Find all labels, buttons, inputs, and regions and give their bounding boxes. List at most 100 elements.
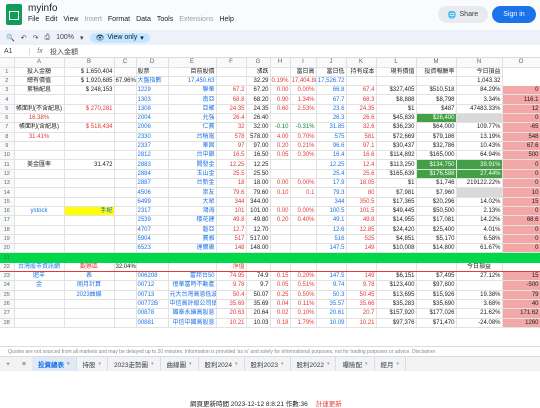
cell[interactable]	[114, 85, 137, 96]
cell[interactable]: 12.70	[246, 225, 271, 235]
cell[interactable]: 元大台灣高息低波	[168, 290, 217, 300]
cell[interactable]: 20.7	[346, 308, 377, 319]
cell[interactable]: 68.6	[502, 215, 540, 226]
tab-menu-icon[interactable]: ▾	[365, 361, 368, 367]
cell[interactable]: 櫻花建	[168, 215, 217, 226]
cell[interactable]: 525	[346, 234, 377, 245]
cell[interactable]: 0.00%	[290, 206, 317, 217]
cell[interactable]: 80	[346, 187, 377, 198]
cell[interactable]	[114, 169, 137, 180]
print-icon[interactable]: ⎙	[44, 34, 50, 42]
cell[interactable]: 10.09	[316, 318, 347, 328]
cell[interactable]: $157,920	[376, 308, 417, 319]
cell[interactable]	[114, 67, 137, 77]
row-header[interactable]: 28	[0, 318, 15, 328]
tab-menu-icon[interactable]: ▾	[99, 361, 102, 367]
cell[interactable]: $20,296	[416, 197, 457, 207]
cell[interactable]	[502, 262, 540, 273]
cell[interactable]: 0	[502, 234, 540, 245]
cell[interactable]: 27.12%	[456, 271, 503, 282]
cell[interactable]: $5,170	[416, 234, 457, 245]
cell[interactable]: 149	[346, 243, 377, 254]
cell[interactable]: 31.85	[316, 122, 347, 133]
cell[interactable]: 0.19%	[270, 76, 291, 87]
cell[interactable]	[64, 308, 115, 319]
cell[interactable]	[346, 262, 377, 273]
cell[interactable]: 0.02	[270, 308, 291, 319]
cell[interactable]: 147.5	[316, 243, 347, 254]
cell[interactable]: $36,230	[376, 122, 417, 133]
cell[interactable]	[270, 262, 291, 273]
cell[interactable]: ystock	[14, 206, 65, 217]
cell[interactable]: 當日高	[290, 67, 317, 77]
cell[interactable]: 漲跌	[246, 67, 271, 77]
cell[interactable]: 67.2	[216, 85, 247, 96]
tab-5[interactable]: 股利2023 ▾	[245, 356, 291, 372]
cell[interactable]	[270, 234, 291, 245]
tab-3[interactable]: 曲線圖 ▾	[161, 356, 199, 372]
cell[interactable]	[376, 252, 417, 263]
cell[interactable]	[168, 252, 217, 263]
cell[interactable]	[64, 243, 115, 254]
cell[interactable]: 0.21%	[290, 141, 317, 152]
cell[interactable]: 35.66	[346, 299, 377, 310]
cell[interactable]: 18.00	[246, 178, 271, 189]
cell[interactable]: 9.78	[216, 280, 247, 291]
column-header-j[interactable]: J	[316, 58, 347, 68]
cell[interactable]	[246, 252, 271, 263]
cell[interactable]: 達爾膚	[168, 243, 217, 254]
cell[interactable]: 67.4	[346, 85, 377, 96]
cell[interactable]: 持有成本	[346, 67, 377, 77]
row-header[interactable]: 25	[0, 290, 15, 300]
cell[interactable]: 台中銀	[168, 150, 217, 161]
cell[interactable]: 2.53%	[290, 104, 317, 115]
cell[interactable]: 2.13%	[456, 206, 503, 217]
cell[interactable]	[216, 252, 247, 263]
cell[interactable]: $13,695	[376, 290, 417, 300]
cell[interactable]: 0.00%	[290, 178, 317, 189]
cell[interactable]: $49,445	[376, 206, 417, 217]
cell[interactable]	[14, 215, 65, 226]
cell[interactable]: 12.25	[316, 159, 347, 170]
cell[interactable]: 4.01%	[456, 225, 503, 235]
cell[interactable]: 79	[502, 290, 540, 300]
cell[interactable]: $510,518	[416, 85, 457, 96]
cell[interactable]: 49.80	[246, 215, 271, 226]
cell[interactable]	[64, 299, 115, 310]
cell[interactable]: $26,400	[416, 113, 457, 124]
tab-8[interactable]: 經月 ▾	[375, 356, 407, 372]
cell[interactable]	[456, 187, 503, 198]
row-header[interactable]: 13	[0, 178, 15, 189]
cell[interactable]: 0.18	[270, 318, 291, 328]
cell[interactable]: 21.62%	[456, 308, 503, 319]
cell[interactable]	[114, 318, 137, 328]
cell[interactable]: -500	[502, 280, 540, 291]
cell[interactable]: 84.29%	[456, 85, 503, 96]
sheets-logo-icon[interactable]	[6, 4, 22, 25]
row-header[interactable]: 24	[0, 280, 15, 291]
cell[interactable]: 1303	[136, 94, 169, 105]
row-header[interactable]: 6	[0, 113, 15, 124]
cell[interactable]	[14, 150, 65, 161]
cell[interactable]: 31.41%	[14, 132, 65, 142]
cell[interactable]: 581	[346, 132, 377, 142]
tab-menu-icon[interactable]: ▾	[151, 361, 154, 367]
zoom-select[interactable]: 100%	[56, 34, 74, 41]
cell[interactable]	[64, 132, 115, 142]
cell[interactable]: 累積配息	[14, 85, 65, 96]
cell[interactable]: $6,151	[376, 271, 417, 282]
menu-extensions[interactable]: Extensions	[179, 16, 213, 23]
cell[interactable]: $50,500	[416, 206, 457, 217]
cell[interactable]: $32,786	[416, 141, 457, 152]
menu-edit[interactable]: Edit	[45, 16, 57, 23]
cell[interactable]: 3.34%	[456, 94, 503, 105]
cell[interactable]: 0.00%	[290, 85, 317, 96]
cell[interactable]: $8,888	[376, 94, 417, 105]
cell[interactable]: 1229	[136, 85, 169, 96]
cell[interactable]: 49.8	[216, 215, 247, 226]
cell[interactable]: 101.00	[246, 206, 271, 217]
cell[interactable]: $327,405	[376, 85, 417, 96]
cell[interactable]: 6523	[136, 243, 169, 254]
cell[interactable]: 9.78	[346, 280, 377, 291]
cell[interactable]: 9.7	[246, 280, 271, 291]
